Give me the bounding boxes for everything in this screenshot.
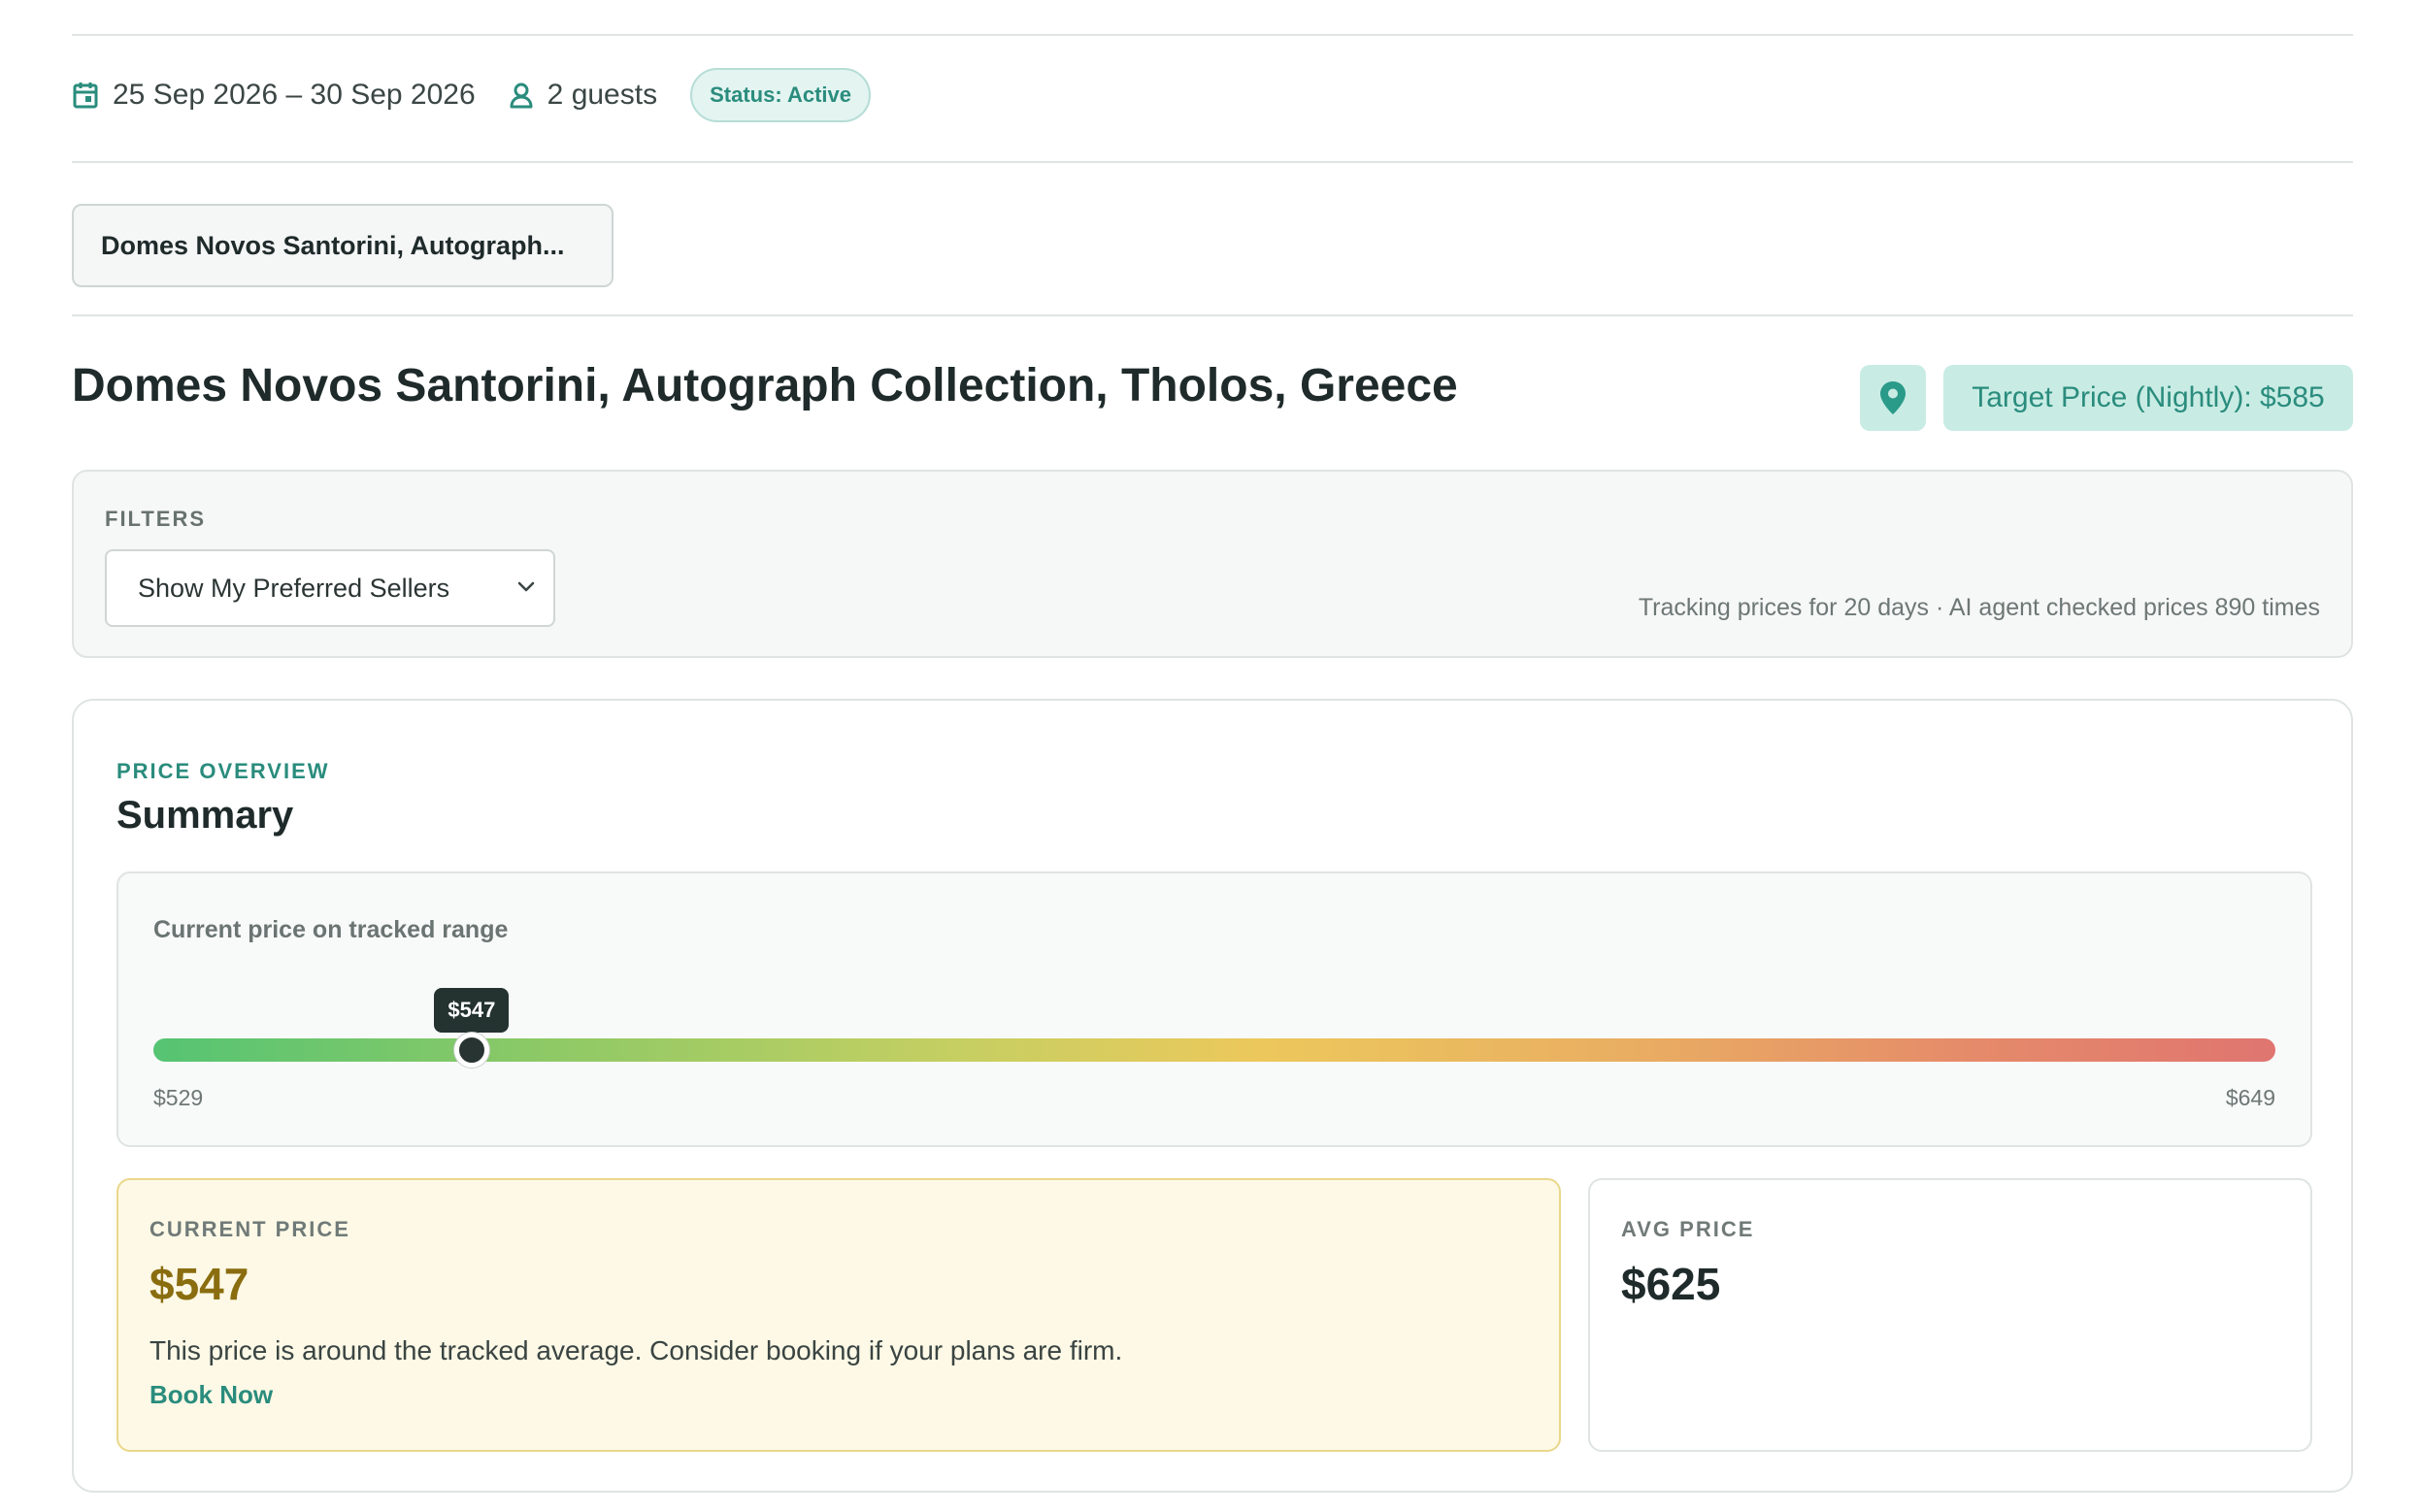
seller-filter-select[interactable]: Show My Preferred Sellers [105,549,555,627]
avg-price-value: $625 [1621,1259,1721,1309]
trip-guests: 2 guests [509,79,657,112]
avg-price-card: AVG PRICE $625 [1588,1178,2312,1452]
price-range-box: Current price on tracked range $547 $529… [116,871,2312,1147]
current-price-bubble: $547 [434,988,510,1033]
price-advice: This price is around the tracked average… [149,1335,1123,1365]
range-min-label: $529 [153,1085,204,1110]
tab-divider [72,314,2353,316]
status-badge: Status: Active [690,68,871,122]
current-price-marker [453,1033,489,1068]
book-now-link[interactable]: Book Now [149,1380,273,1410]
filters-panel: FILTERS Show My Preferred Sellers Tracki… [72,470,2353,658]
summary-card: PRICE OVERVIEW Summary Current price on … [72,699,2353,1493]
current-price-card: CURRENT PRICE $547 This price is around … [116,1178,1561,1452]
map-button[interactable] [1860,365,1926,431]
range-max-label: $649 [2225,1085,2275,1110]
range-label: Current price on tracked range [153,916,509,943]
top-divider [72,34,2353,36]
seller-filter-value: Show My Preferred Sellers [138,573,450,603]
summary-title: Summary [116,794,294,837]
trip-meta: 25 Sep 2026 – 30 Sep 2026 2 guests Statu… [72,66,871,124]
tracking-info: Tracking prices for 20 days · AI agent c… [1638,594,2320,621]
trip-dates-text: 25 Sep 2026 – 30 Sep 2026 [113,79,476,111]
price-overview-label: PRICE OVERVIEW [116,759,330,783]
hotel-tab[interactable]: Domes Novos Santorini, Autograph... [72,204,614,287]
filters-label: FILTERS [105,507,207,531]
page-title: Domes Novos Santorini, Autograph Collect… [72,360,1458,411]
map-pin-icon [1880,381,1906,414]
chevron-down-icon [517,581,535,592]
trip-dates: 25 Sep 2026 – 30 Sep 2026 [72,79,476,112]
calendar-icon [73,82,98,109]
trip-guests-text: 2 guests [547,79,658,111]
current-price-value: $547 [149,1259,249,1309]
target-price-badge[interactable]: Target Price (Nightly): $585 [1943,365,2353,431]
current-price-label: CURRENT PRICE [149,1217,350,1241]
avg-price-label: AVG PRICE [1621,1217,1755,1241]
meta-divider [72,161,2353,163]
user-icon [510,82,533,109]
